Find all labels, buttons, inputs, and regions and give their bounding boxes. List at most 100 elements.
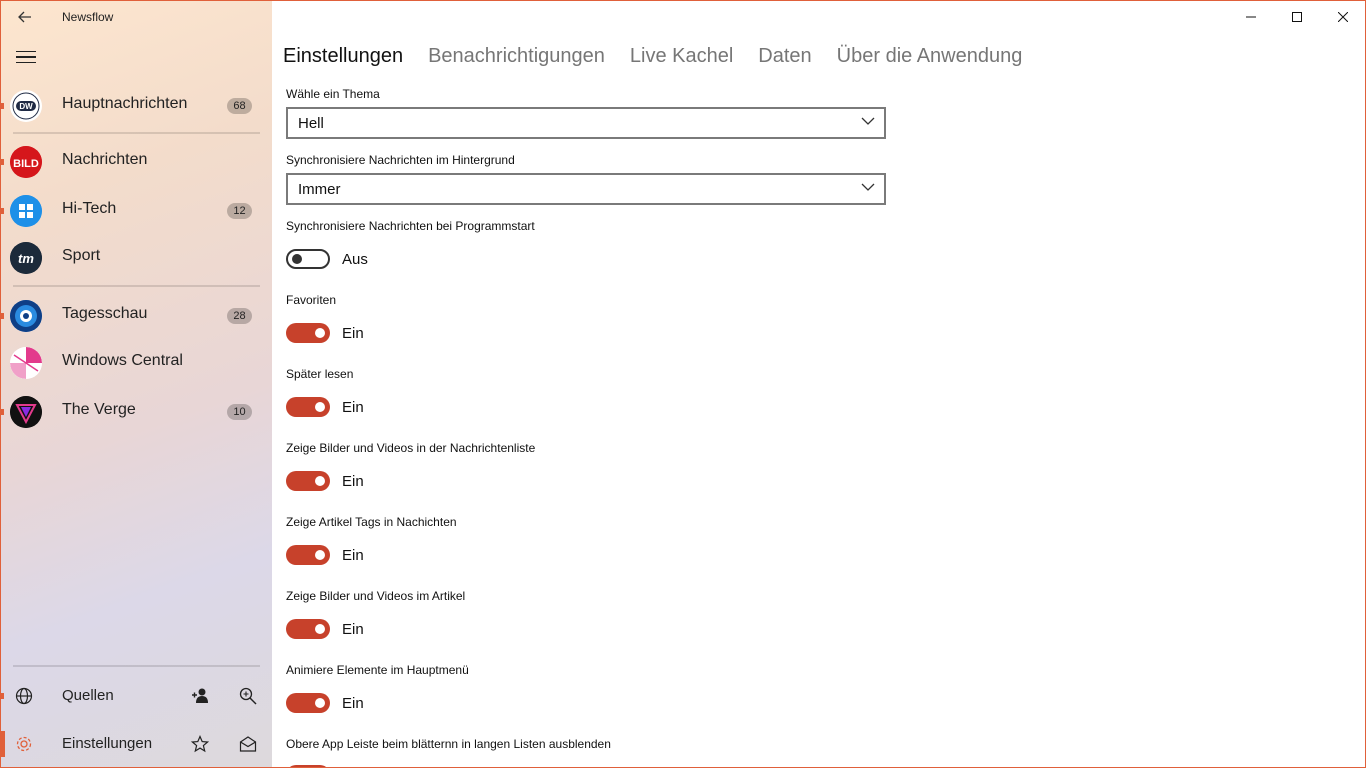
hide-bar-label: Obere App Leiste beim blätternn in lange… — [286, 737, 611, 751]
tab-benachrichtigungen[interactable]: Benachrichtigungen — [428, 45, 605, 68]
tagesschau-logo-icon — [10, 300, 42, 332]
mail-open-icon — [239, 736, 257, 752]
animate-state: Ein — [342, 695, 364, 712]
toggle-knob — [315, 624, 325, 634]
sync-background-label: Synchronisiere Nachrichten im Hintergrun… — [286, 153, 515, 167]
settings-page: Einstellungen Benachrichtigungen Live Ka… — [272, 1, 1365, 767]
toggle-knob — [315, 698, 325, 708]
sync-start-label: Synchronisiere Nachrichten bei Programms… — [286, 219, 535, 233]
media-list-toggle[interactable] — [286, 471, 330, 491]
minimize-icon — [1246, 16, 1256, 18]
read-later-state: Ein — [342, 399, 364, 416]
feed-item-sport[interactable]: tm Sport — [1, 235, 272, 281]
article-tags-toggle[interactable] — [286, 545, 330, 565]
svg-text:BILD: BILD — [13, 158, 39, 170]
animate-toggle[interactable] — [286, 693, 330, 713]
animate-label: Animiere Elemente im Hauptmenü — [286, 663, 469, 677]
unread-count-badge: 10 — [227, 404, 252, 420]
windows-central-logo-icon — [10, 347, 42, 379]
sources-label: Quellen — [62, 687, 114, 704]
theme-value: Hell — [298, 115, 324, 132]
unread-count-badge: 12 — [227, 203, 252, 219]
hamburger-icon — [16, 50, 36, 53]
the-verge-logo-icon — [10, 396, 42, 428]
close-button[interactable] — [1320, 1, 1365, 33]
hamburger-icon-line — [16, 56, 36, 58]
close-icon — [1338, 12, 1348, 22]
sync-start-toggle[interactable] — [286, 249, 330, 269]
toggle-knob — [315, 402, 325, 412]
media-list-state: Ein — [342, 473, 364, 490]
window-controls — [1228, 1, 1365, 33]
theme-combobox[interactable]: Hell — [286, 107, 886, 139]
star-icon — [191, 735, 209, 753]
sidebar: Newsflow DW Hauptnachrichten 68 BILD Nac… — [1, 1, 272, 767]
feed-label: Nachrichten — [62, 151, 148, 168]
toggle-knob — [315, 476, 325, 486]
globe-icon — [13, 685, 35, 707]
tm-logo-icon: tm — [10, 242, 42, 274]
feed-item-tagesschau[interactable]: Tagesschau 28 — [1, 293, 272, 339]
read-later-button[interactable] — [236, 732, 260, 756]
add-source-button[interactable] — [188, 684, 212, 708]
hitech-logo-icon — [10, 195, 42, 227]
tab-live-kachel[interactable]: Live Kachel — [630, 45, 733, 68]
media-article-toggle[interactable] — [286, 619, 330, 639]
back-arrow-icon — [18, 11, 31, 23]
article-tags-label: Zeige Artikel Tags in Nachichten — [286, 515, 457, 529]
chevron-down-icon — [861, 183, 875, 191]
app-window: Newsflow DW Hauptnachrichten 68 BILD Nac… — [0, 0, 1366, 768]
settings-tabs: Einstellungen Benachrichtigungen Live Ka… — [283, 45, 1022, 68]
favorites-state: Ein — [342, 325, 364, 342]
search-sources-button[interactable] — [236, 684, 260, 708]
unread-count-badge: 28 — [227, 308, 252, 324]
toggle-knob — [315, 328, 325, 338]
chevron-down-icon — [861, 117, 875, 125]
feed-item-nachrichten[interactable]: BILD Nachrichten — [1, 139, 272, 185]
feed-item-the-verge[interactable]: The Verge 10 — [1, 389, 272, 435]
bottom-divider — [13, 665, 260, 667]
dw-logo-icon: DW — [10, 90, 42, 122]
media-article-label: Zeige Bilder und Videos im Artikel — [286, 589, 466, 603]
feed-label: Hauptnachrichten — [62, 95, 188, 112]
sync-background-value: Immer — [298, 181, 341, 198]
feed-label: Tagesschau — [62, 305, 148, 322]
tab-ueber[interactable]: Über die Anwendung — [837, 45, 1023, 68]
feed-label: Windows Central — [62, 352, 183, 369]
svg-text:DW: DW — [19, 102, 33, 111]
sync-background-combobox[interactable]: Immer — [286, 173, 886, 205]
feed-item-hauptnachrichten[interactable]: DW Hauptnachrichten 68 — [1, 83, 272, 129]
tab-daten[interactable]: Daten — [758, 45, 811, 68]
tab-einstellungen[interactable]: Einstellungen — [283, 45, 403, 68]
favorites-toggle[interactable] — [286, 323, 330, 343]
media-article-state: Ein — [342, 621, 364, 638]
back-button[interactable] — [9, 1, 41, 33]
read-later-label: Später lesen — [286, 367, 354, 381]
maximize-button[interactable] — [1274, 1, 1320, 33]
read-later-toggle[interactable] — [286, 397, 330, 417]
minimize-button[interactable] — [1228, 1, 1274, 33]
settings-label: Einstellungen — [62, 735, 153, 752]
maximize-icon — [1292, 12, 1302, 22]
feed-divider — [13, 285, 260, 287]
person-add-icon — [192, 688, 208, 703]
favorites-button[interactable] — [188, 732, 212, 756]
favorites-label: Favoriten — [286, 293, 337, 307]
hamburger-menu-button[interactable] — [11, 43, 41, 71]
unread-count-badge: 68 — [227, 98, 252, 114]
feed-item-hi-tech[interactable]: Hi-Tech 12 — [1, 188, 272, 234]
feed-label: Hi-Tech — [62, 200, 117, 217]
sources-nav-item[interactable]: Quellen — [1, 673, 272, 719]
title-bar: Newsflow — [1, 1, 272, 33]
toggle-knob — [315, 550, 325, 560]
feed-label: The Verge — [62, 401, 136, 418]
settings-nav-item[interactable]: Einstellungen — [1, 721, 272, 767]
feed-label: Sport — [62, 247, 101, 264]
theme-label: Wähle ein Thema — [286, 87, 380, 101]
feed-divider — [13, 132, 260, 134]
gear-icon — [13, 733, 35, 755]
feed-item-windows-central[interactable]: Windows Central — [1, 340, 272, 386]
svg-text:tm: tm — [18, 251, 34, 266]
hamburger-icon-line — [16, 61, 36, 64]
bild-logo-icon: BILD — [10, 146, 42, 178]
